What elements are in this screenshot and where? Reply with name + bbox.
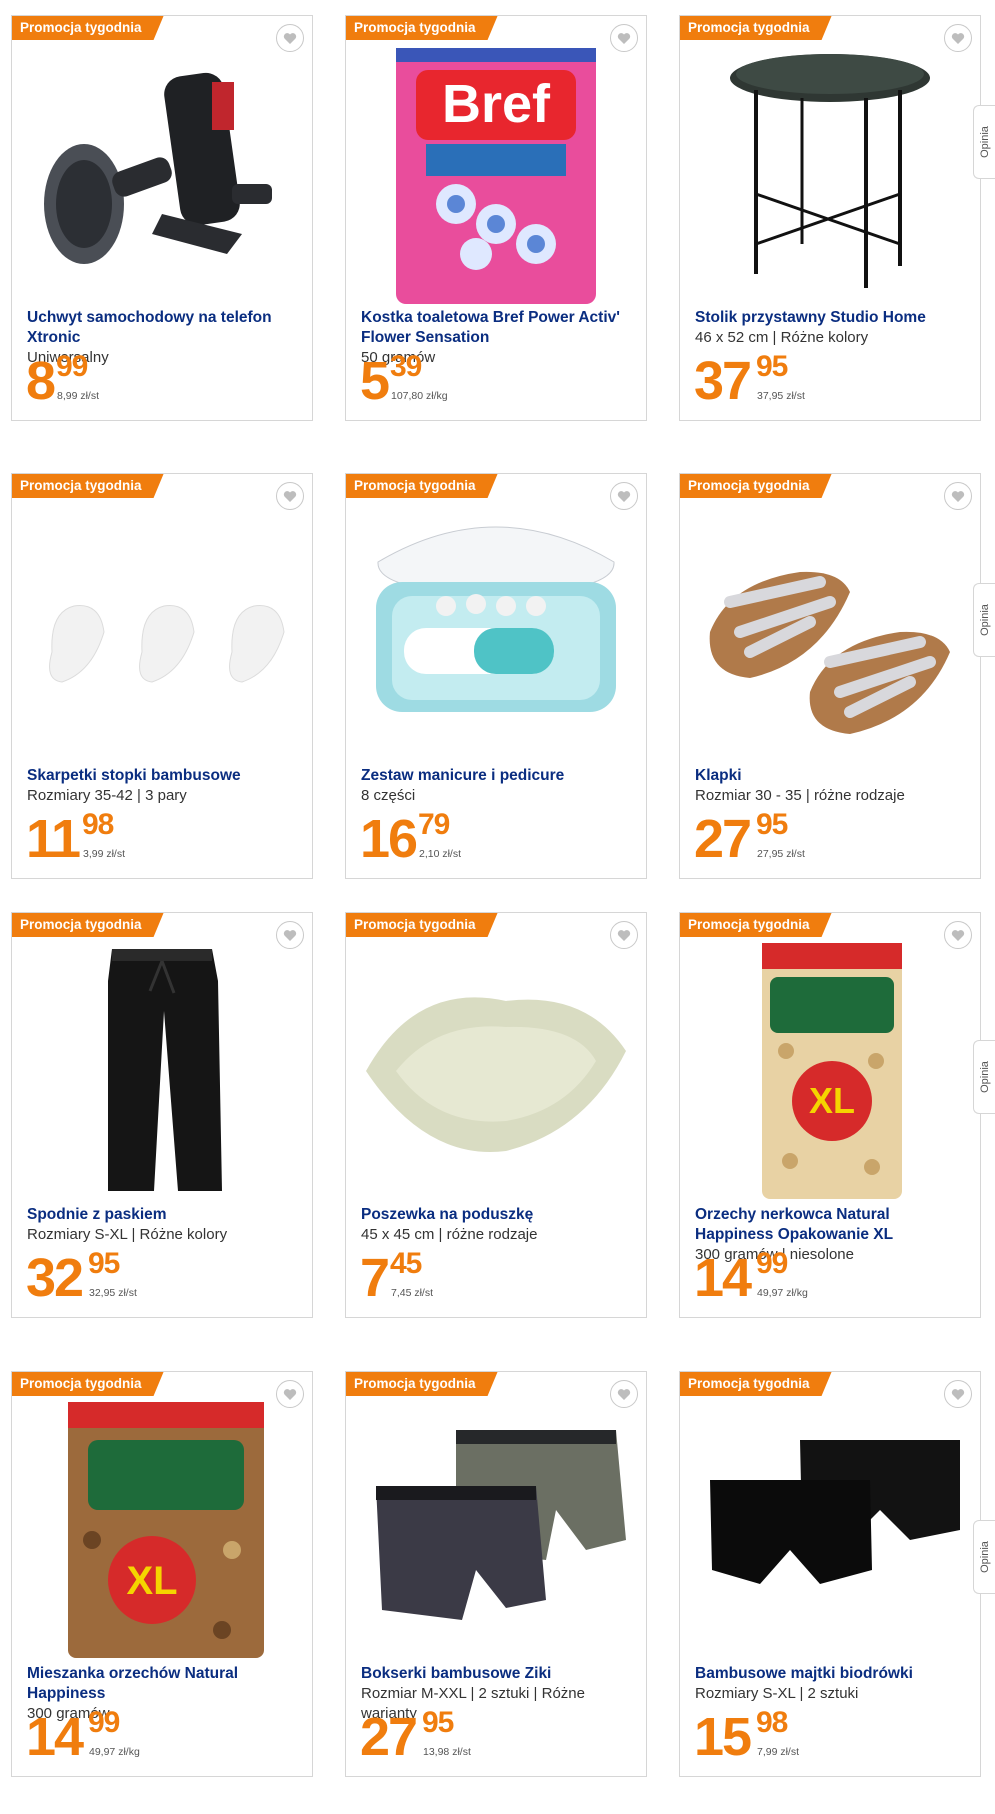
socks-icon[interactable] (22, 502, 302, 764)
unit-price: 49,97 zł/kg (89, 1746, 140, 1758)
phone-holder-icon[interactable] (22, 44, 302, 306)
product-subtitle: Rozmiary S-XL | Różne kolory (27, 1226, 228, 1243)
product-subtitle: 45 x 45 cm | różne rodzaje (361, 1226, 538, 1243)
product-price: 37 95 37,95 zł/st (694, 350, 805, 411)
product-name[interactable]: Klapki Rozmiar 30 - 35 | różne rodzaje (695, 766, 967, 806)
product-card[interactable]: Promocja tygodnia Skarpetki stopki bambu… (11, 473, 313, 879)
product-price: 8 99 8,99 zł/st (26, 350, 100, 411)
product-card[interactable]: Promocja tygodnia Spodnie z paskiem Rozmi… (11, 912, 313, 1318)
product-price: 14 99 49,97 zł/kg (694, 1247, 808, 1308)
product-subtitle: Rozmiary S-XL | 2 sztuki (695, 1685, 859, 1702)
product-card[interactable]: Promocja tygodnia Bref Kostka toaletowa … (345, 15, 647, 421)
promo-badge: Promocja tygodnia (12, 474, 164, 498)
product-price: 32 95 32,95 zł/st (26, 1247, 137, 1308)
promo-badge: Promocja tygodnia (680, 474, 832, 498)
product-price: 7 45 7,45 zł/st (360, 1247, 434, 1308)
product-price: 27 95 13,98 zł/st (360, 1706, 471, 1767)
trousers-icon[interactable] (22, 941, 302, 1203)
product-card[interactable]: Promocja tygodnia XL Orzechy nerkowca Na… (679, 912, 981, 1318)
unit-price: 8,99 zł/st (57, 390, 100, 402)
product-name[interactable]: Poszewka na poduszkę 45 x 45 cm | różne r… (361, 1205, 633, 1245)
unit-price: 7,45 zł/st (391, 1287, 434, 1299)
promo-badge: Promocja tygodnia (12, 913, 164, 937)
toilet-block-icon[interactable]: Bref (356, 44, 636, 306)
product-card[interactable]: Promocja tygodnia XL Mieszanka orzechów … (11, 1371, 313, 1777)
product-price: 14 99 49,97 zł/kg (26, 1706, 140, 1767)
product-price: 27 95 27,95 zł/st (694, 808, 805, 869)
product-card[interactable]: Promocja tygodnia Bambusowe majtki biodr… (679, 1371, 981, 1777)
product-card[interactable]: Promocja tygodnia Bokserki bambusowe Zik… (345, 1371, 647, 1777)
unit-price: 37,95 zł/st (757, 390, 805, 402)
unit-price: 3,99 zł/st (83, 848, 126, 860)
feedback-tab[interactable]: Opinia (973, 1040, 995, 1114)
unit-price: 49,97 zł/kg (757, 1287, 808, 1299)
promo-badge: Promocja tygodnia (12, 16, 164, 40)
product-name[interactable]: Spodnie z paskiem Rozmiary S-XL | Różne k… (27, 1205, 299, 1245)
promo-badge: Promocja tygodnia (680, 913, 832, 937)
promo-badge: Promocja tygodnia (346, 913, 498, 937)
unit-price: 107,80 zł/kg (391, 390, 448, 402)
manicure-set-icon[interactable] (356, 502, 636, 764)
promo-badge: Promocja tygodnia (346, 1372, 498, 1396)
cashew-bag-icon[interactable]: XL (690, 941, 970, 1203)
product-subtitle: Rozmiary 35-42 | 3 pary (27, 787, 187, 804)
promo-badge: Promocja tygodnia (346, 474, 498, 498)
svg-text:XL: XL (126, 1559, 177, 1603)
feedback-tab[interactable]: Opinia (973, 583, 995, 657)
product-card[interactable]: Promocja tygodnia Uchwyt samochodowy na … (11, 15, 313, 421)
product-price: 16 79 2,10 zł/st (360, 808, 462, 869)
feedback-tab[interactable]: Opinia (973, 105, 995, 179)
product-grid: Promocja tygodnia Uchwyt samochodowy na … (0, 0, 995, 1814)
unit-price: 27,95 zł/st (757, 848, 805, 860)
product-card[interactable]: Promocja tygodnia Poszewka na poduszkę 45… (345, 912, 647, 1318)
boxers-icon[interactable] (356, 1400, 636, 1662)
svg-text:Bref: Bref (442, 74, 551, 134)
briefs-icon[interactable] (690, 1400, 970, 1662)
product-card[interactable]: Promocja tygodnia Zestaw manicure i pedi… (345, 473, 647, 879)
sandals-icon[interactable] (690, 502, 970, 764)
product-name[interactable]: Stolik przystawny Studio Home 46 x 52 cm … (695, 308, 967, 348)
feedback-tab[interactable]: Opinia (973, 1520, 995, 1594)
unit-price: 13,98 zł/st (423, 1746, 471, 1758)
product-name[interactable]: Zestaw manicure i pedicure 8 części (361, 766, 633, 806)
product-subtitle: 46 x 52 cm | Różne kolory (695, 329, 869, 346)
product-card[interactable]: Promocja tygodnia Stolik przystawny Stud… (679, 15, 981, 421)
promo-badge: Promocja tygodnia (346, 16, 498, 40)
product-price: 15 98 7,99 zł/st (694, 1706, 800, 1767)
product-card[interactable]: Promocja tygodnia Klapki Rozmiar 30 - 35 … (679, 473, 981, 879)
product-subtitle: Rozmiar 30 - 35 | różne rodzaje (695, 787, 905, 804)
product-subtitle: 8 części (361, 787, 416, 804)
product-price: 5 39 107,80 zł/kg (360, 350, 448, 411)
pillow-icon[interactable] (356, 941, 636, 1203)
unit-price: 32,95 zł/st (89, 1287, 137, 1299)
product-name[interactable]: Skarpetki stopki bambusowe Rozmiary 35-42… (27, 766, 299, 806)
unit-price: 7,99 zł/st (757, 1746, 800, 1758)
unit-price: 2,10 zł/st (419, 848, 462, 860)
product-name[interactable]: Bambusowe majtki biodrówki Rozmiary S-XL … (695, 1664, 967, 1704)
promo-badge: Promocja tygodnia (12, 1372, 164, 1396)
svg-text:XL: XL (809, 1080, 855, 1121)
nut-mix-bag-icon[interactable]: XL (22, 1400, 302, 1662)
side-table-icon[interactable] (690, 44, 970, 306)
product-price: 11 98 3,99 zł/st (26, 808, 126, 869)
promo-badge: Promocja tygodnia (680, 1372, 832, 1396)
promo-badge: Promocja tygodnia (680, 16, 832, 40)
